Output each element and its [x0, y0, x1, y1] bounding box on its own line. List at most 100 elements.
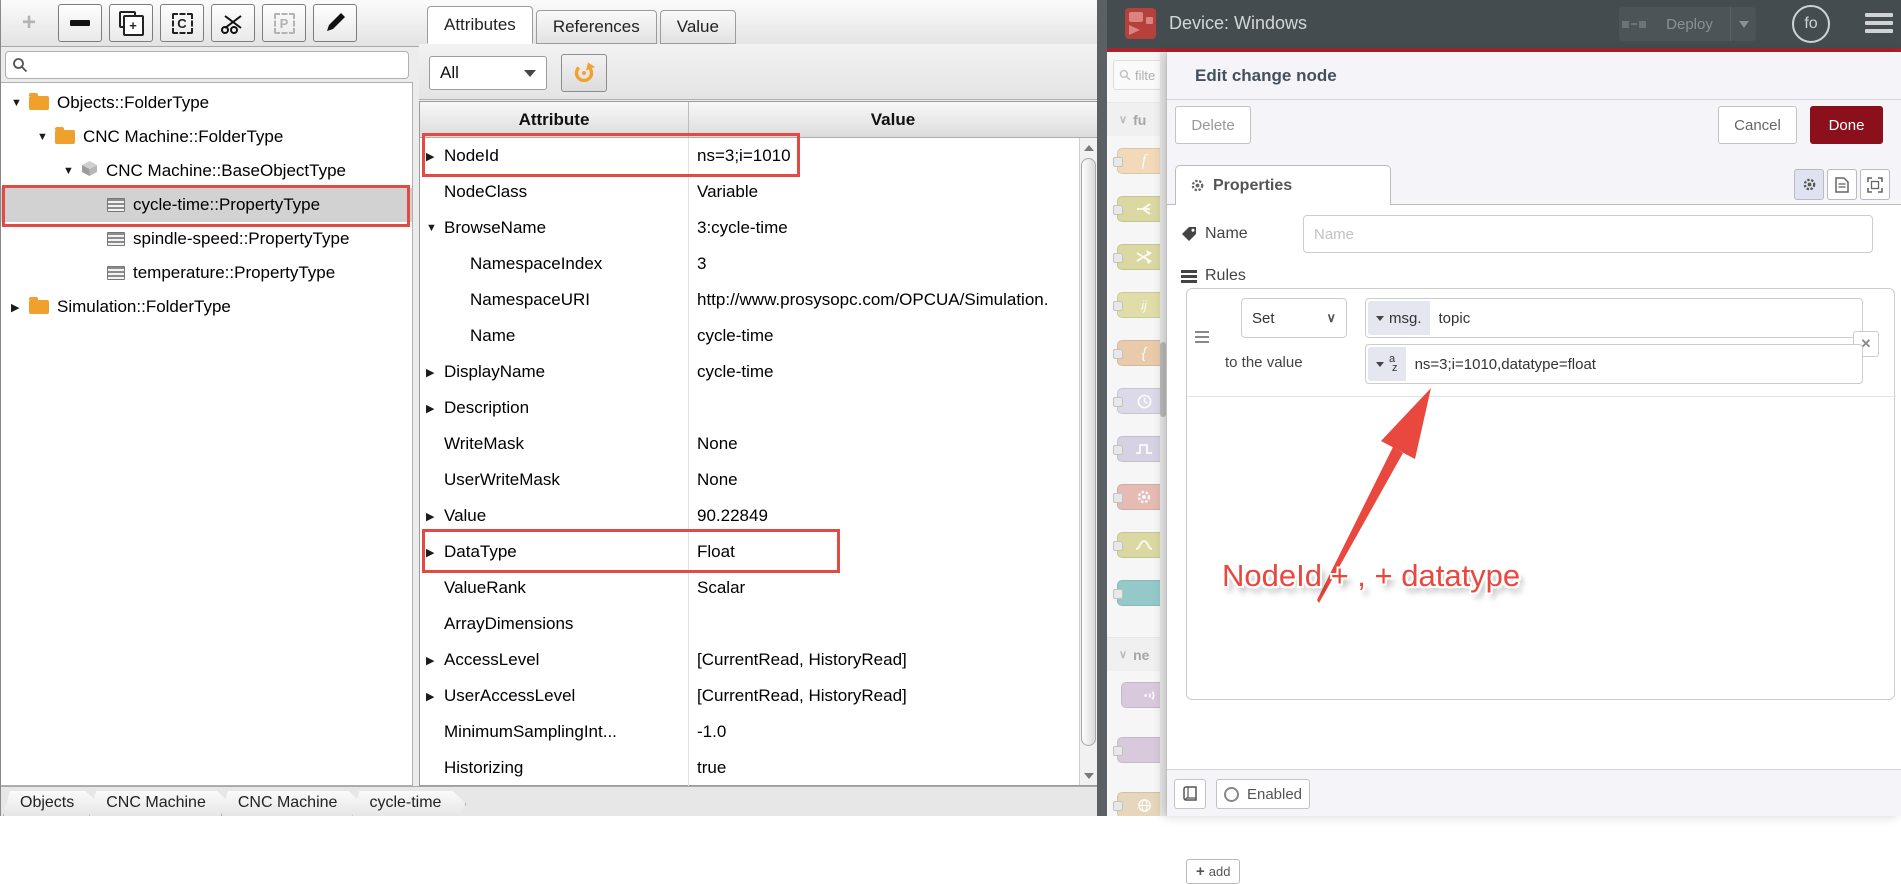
name-input[interactable]: [1303, 215, 1873, 253]
scroll-down-icon[interactable]: [1081, 767, 1097, 784]
palette-section-function[interactable]: fu: [1107, 102, 1166, 136]
rule-action-select[interactable]: Set ∨: [1241, 298, 1347, 338]
rule-value-input[interactable]: [1407, 355, 1862, 373]
attribute-filter-dropdown[interactable]: All: [429, 56, 547, 90]
table-row-nodeclass[interactable]: NodeClass Variable: [420, 174, 1097, 210]
tree-search[interactable]: [5, 51, 409, 79]
gear-icon: [1137, 490, 1151, 504]
scrollbar-thumb[interactable]: [1160, 342, 1166, 417]
tree-item-cnc-machine-folder[interactable]: CNC Machine::FolderType: [1, 120, 412, 154]
cancel-button[interactable]: Cancel: [1718, 106, 1797, 144]
table-row-userwritemask[interactable]: UserWriteMask None: [420, 462, 1097, 498]
tab-properties[interactable]: Properties: [1175, 165, 1391, 205]
nodered-window: Device: Windows Deploy fo fu f: [1107, 0, 1901, 884]
table-row-name[interactable]: Name cycle-time: [420, 318, 1097, 354]
paste-button[interactable]: P: [262, 4, 306, 42]
add-rule-button[interactable]: + add: [1186, 859, 1241, 884]
table-row-namespaceindex[interactable]: NamespaceIndex 3: [420, 246, 1097, 282]
edit-properties-button[interactable]: [1794, 169, 1824, 200]
table-row-valuerank[interactable]: ValueRank Scalar: [420, 570, 1097, 606]
table-scrollbar[interactable]: [1079, 138, 1097, 785]
table-row-historizing[interactable]: Historizing true: [420, 750, 1097, 786]
expander-icon[interactable]: [11, 301, 29, 314]
string-type-icon: a z: [1389, 353, 1398, 374]
table-row-useraccesslevel[interactable]: UserAccessLevel [CurrentRead, HistoryRea…: [420, 678, 1097, 714]
table-row-minimumsampling[interactable]: MinimumSamplingInt... -1.0: [420, 714, 1097, 750]
rule-property-field[interactable]: msg.: [1365, 298, 1863, 338]
switch-icon: [1137, 203, 1151, 215]
table-row-namespaceuri[interactable]: NamespaceURI http://www.prosysopc.com/OP…: [420, 282, 1097, 318]
menu-icon[interactable]: [1865, 13, 1893, 33]
expander-icon[interactable]: [426, 222, 444, 234]
docs-button[interactable]: [1174, 779, 1206, 809]
tree-item-temperature[interactable]: temperature::PropertyType: [1, 256, 412, 290]
list-icon: [1181, 269, 1197, 283]
palette-section-network[interactable]: ne: [1107, 637, 1166, 671]
book-icon: [1182, 785, 1197, 801]
edit-button[interactable]: [313, 4, 357, 42]
breadcrumb-objects[interactable]: Objects: [3, 789, 99, 816]
palette-scrollbar[interactable]: [1160, 52, 1166, 816]
table-row-arraydimensions[interactable]: ArrayDimensions: [420, 606, 1097, 642]
scrollbar-thumb[interactable]: [1081, 158, 1096, 746]
deploy-button[interactable]: Deploy: [1619, 7, 1756, 41]
drag-handle-icon[interactable]: [1195, 331, 1209, 343]
tab-value[interactable]: Value: [659, 10, 736, 44]
breadcrumb-cnc-machine-1[interactable]: CNC Machine: [89, 789, 231, 816]
rule-property-input[interactable]: [1431, 309, 1862, 327]
expander-icon[interactable]: [63, 165, 81, 177]
delete-button[interactable]: Delete: [1175, 106, 1251, 144]
expander-icon[interactable]: [37, 131, 55, 143]
value-type-selector[interactable]: a z: [1368, 347, 1406, 381]
wifi-icon: [1143, 690, 1154, 700]
chevron-down-icon: [1376, 361, 1384, 367]
table-row-accesslevel[interactable]: AccessLevel [CurrentRead, HistoryRead]: [420, 642, 1097, 678]
expander-icon[interactable]: [426, 510, 444, 523]
copy-icon: C: [171, 12, 193, 34]
tab-references[interactable]: References: [535, 10, 657, 44]
appearance-button[interactable]: [1860, 169, 1890, 200]
done-button[interactable]: Done: [1810, 106, 1883, 144]
tree-item-objects[interactable]: Objects::FolderType: [1, 86, 412, 120]
rules-container: Set ∨ msg. ✕ to the value a z: [1186, 288, 1896, 700]
expander-icon[interactable]: [426, 402, 444, 415]
duplicate-button[interactable]: +: [109, 4, 153, 42]
expander-icon[interactable]: [426, 690, 444, 703]
palette-filter[interactable]: [1113, 60, 1166, 90]
rule-value-field[interactable]: a z: [1365, 344, 1863, 384]
copy-button[interactable]: C: [160, 4, 204, 42]
breadcrumb-cycle-time[interactable]: cycle-time: [352, 789, 466, 816]
deploy-options-button[interactable]: [1730, 7, 1756, 41]
msg-type-selector[interactable]: msg.: [1368, 301, 1430, 335]
expander-icon[interactable]: [426, 654, 444, 667]
user-avatar[interactable]: fo: [1792, 5, 1830, 43]
tray-title: Edit change node: [1167, 52, 1901, 100]
scroll-up-icon[interactable]: [1081, 139, 1097, 156]
plus-icon: +: [21, 9, 36, 36]
tree-item-label: Simulation::FolderType: [57, 297, 231, 316]
tree-item-spindle-speed[interactable]: spindle-speed::PropertyType: [1, 222, 412, 256]
refresh-button[interactable]: [561, 54, 607, 92]
table-row-browsename[interactable]: BrowseName 3:cycle-time: [420, 210, 1097, 246]
scissors-icon: [221, 15, 242, 34]
nodered-header: Device: Windows Deploy fo: [1107, 0, 1901, 48]
table-row-displayname[interactable]: DisplayName cycle-time: [420, 354, 1097, 390]
clock-icon: [1137, 394, 1151, 408]
add-button[interactable]: +: [7, 4, 51, 42]
expander-icon[interactable]: [11, 97, 29, 109]
table-row-description[interactable]: Description: [420, 390, 1097, 426]
nodered-logo-icon: [1125, 8, 1156, 39]
description-button[interactable]: [1827, 169, 1857, 200]
chevron-down-icon: [1376, 315, 1384, 321]
search-input[interactable]: [34, 57, 408, 73]
expander-icon[interactable]: [426, 366, 444, 379]
remove-button[interactable]: [58, 4, 102, 42]
tab-attributes[interactable]: Attributes: [427, 6, 533, 44]
table-row-writemask[interactable]: WriteMask None: [420, 426, 1097, 462]
tree-item-simulation[interactable]: Simulation::FolderType: [1, 290, 412, 324]
breadcrumb-cnc-machine-2[interactable]: CNC Machine: [221, 789, 363, 816]
cut-button[interactable]: [211, 4, 255, 42]
tree-item-cnc-machine-object[interactable]: CNC Machine::BaseObjectType: [1, 154, 412, 188]
enabled-toggle[interactable]: Enabled: [1216, 779, 1310, 809]
name-label-row: Name: [1181, 225, 1248, 243]
